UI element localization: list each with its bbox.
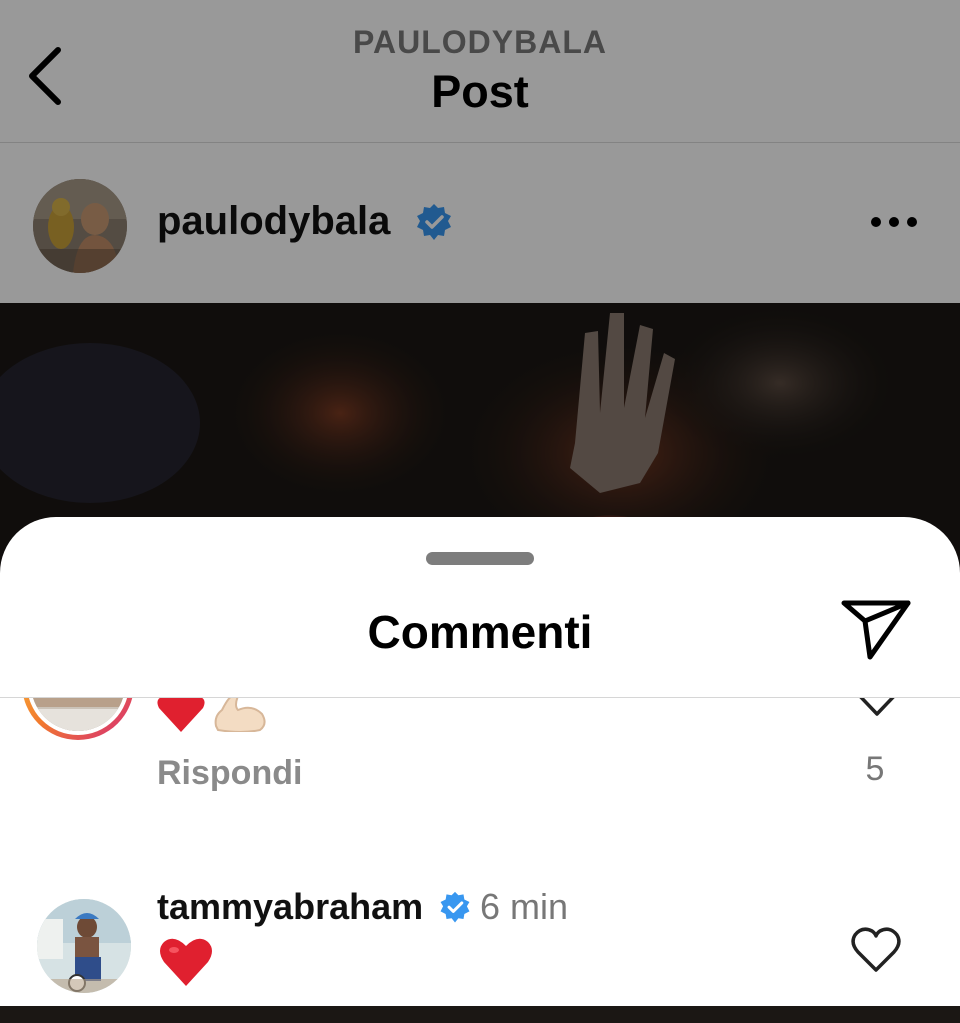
flexed-biceps-emoji	[214, 698, 266, 732]
comments-title: Commenti	[367, 606, 593, 658]
red-heart-emoji	[160, 938, 212, 986]
comments-sheet: Commenti Rispondi 5 tammyabraham 6 min	[0, 517, 960, 1006]
commenter-avatar[interactable]	[37, 899, 131, 993]
comment-like-count: 5	[865, 750, 885, 788]
comment-timestamp: 6 min	[480, 886, 569, 927]
comments-list[interactable]: Rispondi 5 tammyabraham 6 min	[0, 698, 960, 1006]
share-send-icon	[841, 600, 911, 660]
share-button[interactable]	[838, 597, 914, 663]
like-comment-button[interactable]	[852, 698, 902, 718]
heart-outline-icon	[851, 927, 901, 972]
like-comment-button[interactable]	[850, 926, 902, 974]
red-heart-emoji	[157, 698, 205, 732]
commenter-avatar-story-ring[interactable]	[22, 698, 134, 740]
reply-button[interactable]: Rispondi	[157, 754, 302, 793]
sheet-drag-handle[interactable]	[426, 552, 534, 565]
heart-outline-icon	[859, 698, 895, 716]
commenter-username[interactable]: tammyabraham	[157, 886, 423, 928]
verified-badge-icon	[438, 891, 472, 925]
commenter-avatar	[31, 698, 125, 731]
